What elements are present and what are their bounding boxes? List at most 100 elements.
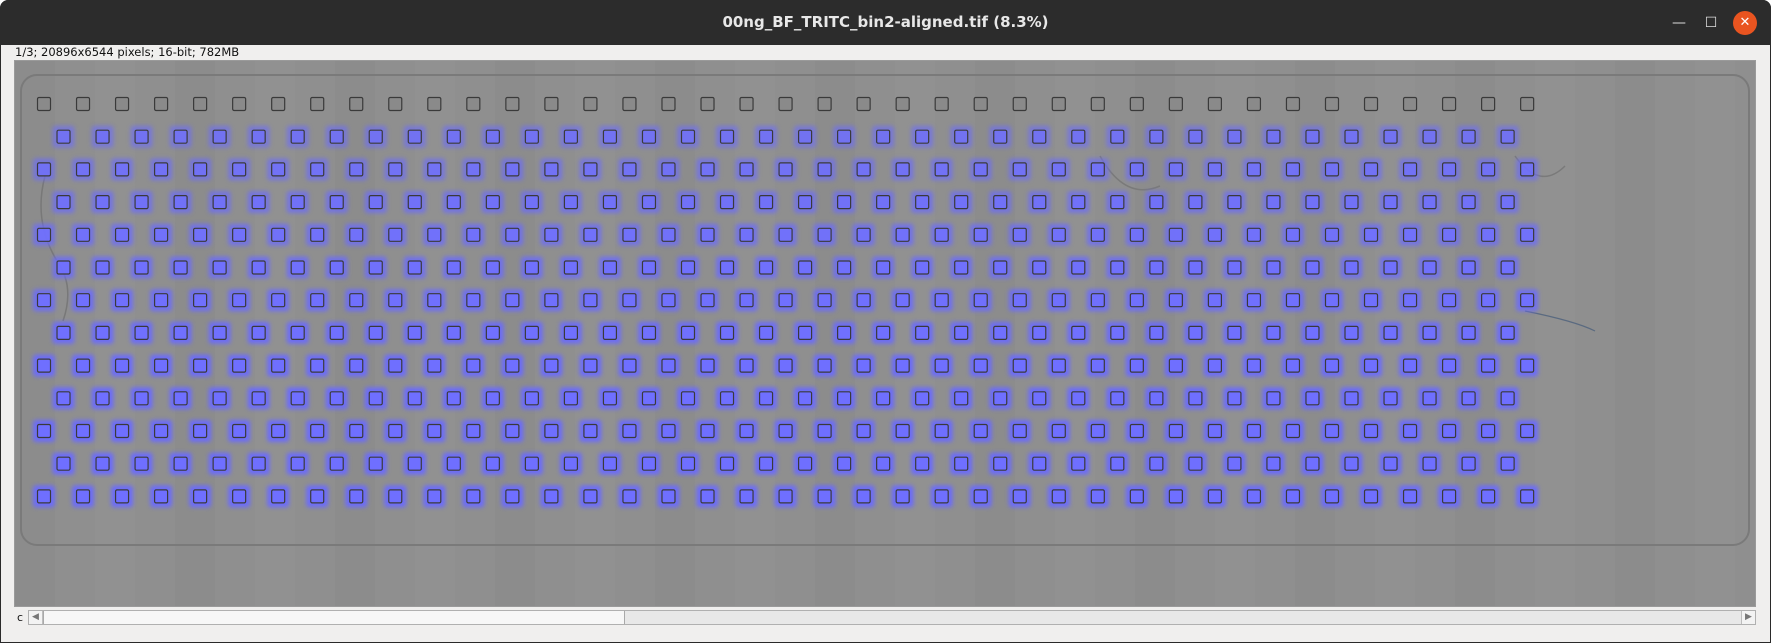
well <box>153 96 169 112</box>
well <box>251 260 266 275</box>
maximize-icon[interactable]: ☐ <box>1702 14 1720 32</box>
well <box>466 162 481 177</box>
well <box>75 293 91 308</box>
well <box>388 162 403 177</box>
well <box>1344 260 1359 275</box>
well <box>193 358 208 373</box>
well <box>1402 227 1418 242</box>
well <box>797 456 813 471</box>
well <box>700 489 715 504</box>
well <box>251 391 266 406</box>
arrow-left-icon[interactable]: ◀ <box>29 611 43 624</box>
well <box>446 456 461 471</box>
well <box>1500 456 1515 471</box>
well <box>1129 227 1144 242</box>
well <box>485 129 500 144</box>
well <box>1363 227 1379 242</box>
well <box>1363 293 1379 308</box>
scroll-thumb[interactable] <box>43 611 625 624</box>
well <box>1402 162 1418 177</box>
well <box>1441 96 1457 112</box>
well <box>993 129 1008 144</box>
well <box>680 325 696 340</box>
well <box>232 489 247 504</box>
well <box>1324 227 1340 242</box>
well <box>993 260 1008 275</box>
well <box>1441 423 1457 439</box>
well <box>36 489 52 504</box>
well <box>290 129 305 144</box>
well <box>36 227 52 242</box>
title-bar[interactable]: 00ng_BF_TRITC_bin2-aligned.tif (8.3%) — … <box>0 0 1771 45</box>
well <box>797 391 813 406</box>
well <box>271 423 286 439</box>
well <box>856 227 871 242</box>
well <box>75 423 91 439</box>
minimize-icon[interactable]: — <box>1670 14 1688 32</box>
well <box>1149 325 1164 340</box>
well <box>134 129 149 144</box>
well <box>1500 391 1515 406</box>
well <box>388 358 403 373</box>
well <box>75 96 91 112</box>
well <box>466 423 481 439</box>
well <box>1461 456 1476 471</box>
well <box>1383 260 1398 275</box>
well <box>251 456 266 471</box>
well <box>290 195 305 210</box>
well <box>368 456 383 471</box>
well <box>719 260 735 275</box>
well <box>505 358 520 373</box>
well <box>1461 391 1476 406</box>
well <box>388 489 403 504</box>
channel-scrollbar[interactable]: ◀ ▶ <box>28 610 1756 625</box>
well <box>310 162 325 177</box>
well <box>1344 195 1359 210</box>
well <box>1051 489 1066 504</box>
well <box>583 423 598 439</box>
well <box>895 423 910 439</box>
microscopy-image[interactable] <box>15 61 1755 606</box>
close-icon[interactable]: ✕ <box>1733 11 1757 35</box>
well <box>876 456 891 471</box>
well <box>622 423 637 439</box>
well <box>1383 391 1398 406</box>
well <box>876 195 891 210</box>
well <box>1168 293 1183 308</box>
well <box>583 293 598 308</box>
well <box>1032 325 1047 340</box>
well <box>602 391 618 406</box>
well <box>622 227 637 242</box>
well <box>1441 358 1457 373</box>
well <box>505 293 520 308</box>
well <box>1500 129 1515 144</box>
well <box>1110 391 1125 406</box>
well <box>1285 293 1301 308</box>
well <box>485 325 500 340</box>
well <box>895 162 910 177</box>
well <box>505 423 520 439</box>
well <box>739 423 754 439</box>
arrow-right-icon[interactable]: ▶ <box>1741 611 1755 624</box>
well <box>817 358 832 373</box>
well <box>329 195 344 210</box>
well <box>1012 293 1027 308</box>
well <box>290 456 305 471</box>
well <box>602 129 618 144</box>
well <box>1051 96 1066 112</box>
well <box>36 96 52 112</box>
well <box>934 162 949 177</box>
well <box>114 358 130 373</box>
well <box>290 325 305 340</box>
well <box>1520 96 1535 112</box>
well <box>1383 129 1398 144</box>
well <box>973 293 988 308</box>
well <box>271 96 286 112</box>
well <box>1422 391 1437 406</box>
image-canvas[interactable] <box>14 60 1756 607</box>
well <box>973 227 988 242</box>
well <box>1441 293 1457 308</box>
well <box>329 260 344 275</box>
well <box>1110 195 1125 210</box>
well <box>1305 456 1320 471</box>
